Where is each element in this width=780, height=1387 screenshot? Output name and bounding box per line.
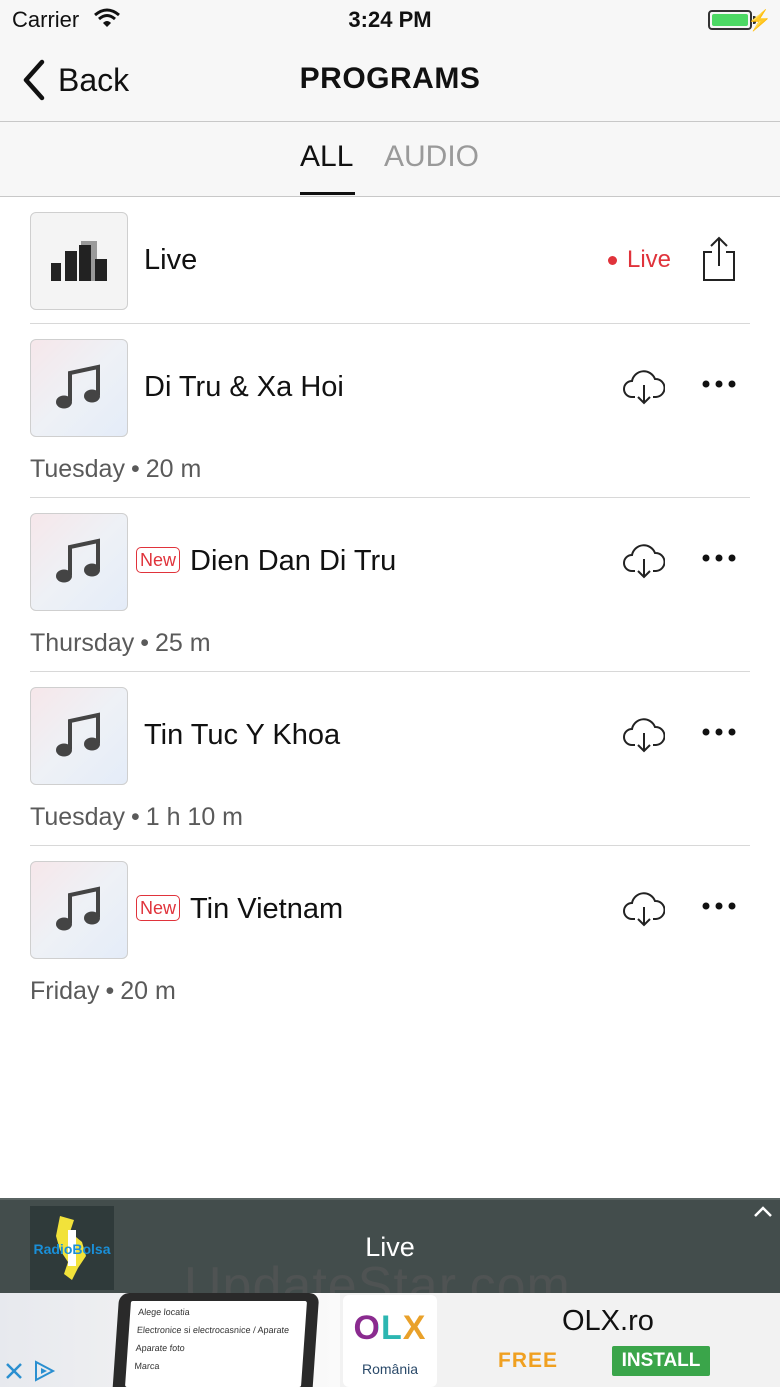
ad-choices-icon[interactable]	[32, 1359, 56, 1383]
ellipsis-icon[interactable]	[700, 899, 738, 913]
program-title: Tin Tuc Y Khoa	[144, 719, 341, 751]
ad-screen-line: Alege locatia	[137, 1307, 191, 1317]
cloud-download-icon[interactable]	[623, 543, 665, 579]
charging-icon: ⚡	[747, 10, 772, 32]
program-duration: 1 h 10 m	[145, 803, 244, 831]
tab-audio[interactable]: AUDIO	[384, 140, 479, 174]
mini-player[interactable]: RadioBolsa Live	[0, 1198, 780, 1293]
program-thumbnail	[30, 861, 128, 959]
meta-separator: •	[105, 977, 115, 1005]
ad-install-button[interactable]: INSTALL	[612, 1346, 710, 1376]
ad-screen-line: Aparate foto	[135, 1343, 186, 1353]
program-row[interactable]: Di Tru & Xa Hoi Tuesday • 20 m	[30, 325, 750, 498]
live-thumbnail	[30, 212, 128, 310]
ad-app-name: OLX.ro	[562, 1305, 654, 1337]
ad-banner[interactable]: Alege locatia Electronice si electrocasn…	[0, 1293, 780, 1387]
share-icon[interactable]	[700, 236, 738, 282]
ellipsis-icon[interactable]	[700, 725, 738, 739]
ad-phone-screen: Alege locatia Electronice si electrocasn…	[124, 1301, 308, 1387]
cloud-download-icon[interactable]	[623, 369, 665, 405]
battery-icon	[708, 10, 752, 30]
ellipsis-icon[interactable]	[700, 551, 738, 565]
tab-all[interactable]: ALL	[300, 140, 353, 174]
ad-logo-subtitle: România	[361, 1361, 419, 1377]
program-title: Di Tru & Xa Hoi	[144, 371, 344, 403]
bars-icon	[51, 241, 107, 281]
close-icon[interactable]	[2, 1359, 26, 1383]
program-thumbnail	[30, 513, 128, 611]
program-meta: Friday • 20 m	[30, 977, 176, 1006]
meta-separator: •	[130, 455, 140, 483]
program-row[interactable]: New Tin Vietnam Friday • 20 m	[30, 847, 750, 1020]
program-day: Thursday	[30, 629, 135, 657]
program-thumbnail	[30, 687, 128, 785]
program-title: Tin Vietnam	[190, 893, 344, 925]
program-row[interactable]: Tin Tuc Y Khoa Tuesday • 1 h 10 m	[30, 673, 750, 846]
music-note-icon	[56, 886, 100, 931]
program-duration: 25 m	[154, 629, 211, 657]
music-note-icon	[56, 712, 100, 757]
program-meta: Tuesday • 20 m	[30, 455, 201, 484]
live-dot-icon	[608, 255, 617, 265]
live-title: Live	[144, 244, 198, 276]
cloud-download-icon[interactable]	[623, 891, 665, 927]
player-title: Live	[365, 1232, 415, 1262]
status-time: 3:24 PM	[348, 7, 432, 32]
chevron-up-icon[interactable]	[752, 1204, 774, 1220]
ad-logo-letters: OLX	[353, 1309, 427, 1347]
program-duration: 20 m	[145, 455, 202, 483]
live-indicator: Live	[608, 246, 671, 274]
program-title: Dien Dan Di Tru	[190, 545, 397, 577]
ad-app-logo: OLX România	[343, 1295, 437, 1387]
tab-selected-indicator	[300, 192, 355, 195]
ad-logo-text: OLX	[343, 1309, 437, 1348]
ellipsis-icon[interactable]	[700, 377, 738, 391]
status-bar: Carrier 3:24 PM ⚡	[0, 0, 780, 40]
tab-bar: ALL AUDIO	[0, 122, 780, 197]
ad-screen-line: Marca	[134, 1361, 160, 1371]
music-note-icon	[56, 538, 100, 583]
program-day: Tuesday	[30, 455, 125, 483]
new-badge: New	[136, 895, 181, 921]
program-row[interactable]: New Dien Dan Di Tru Thursday • 25 m	[30, 499, 750, 672]
program-day: Friday	[30, 977, 100, 1005]
live-row[interactable]: Live Live	[30, 198, 750, 324]
program-meta: Thursday • 25 m	[30, 629, 211, 658]
meta-separator: •	[130, 803, 140, 831]
page-title: PROGRAMS	[299, 62, 481, 95]
ad-free-label: FREE	[498, 1349, 559, 1372]
new-badge: New	[136, 547, 181, 573]
navigation-bar: Back PROGRAMS	[0, 40, 780, 122]
music-note-icon	[56, 364, 100, 409]
program-duration: 20 m	[120, 977, 176, 1005]
meta-separator: •	[140, 629, 149, 657]
ad-screen-line: Electronice si electrocasnice / Aparate	[136, 1325, 290, 1335]
program-meta: Tuesday • 1 h 10 m	[30, 803, 243, 832]
live-status: Live	[627, 246, 672, 273]
cloud-download-icon[interactable]	[623, 717, 665, 753]
program-thumbnail	[30, 339, 128, 437]
program-day: Tuesday	[30, 803, 125, 831]
